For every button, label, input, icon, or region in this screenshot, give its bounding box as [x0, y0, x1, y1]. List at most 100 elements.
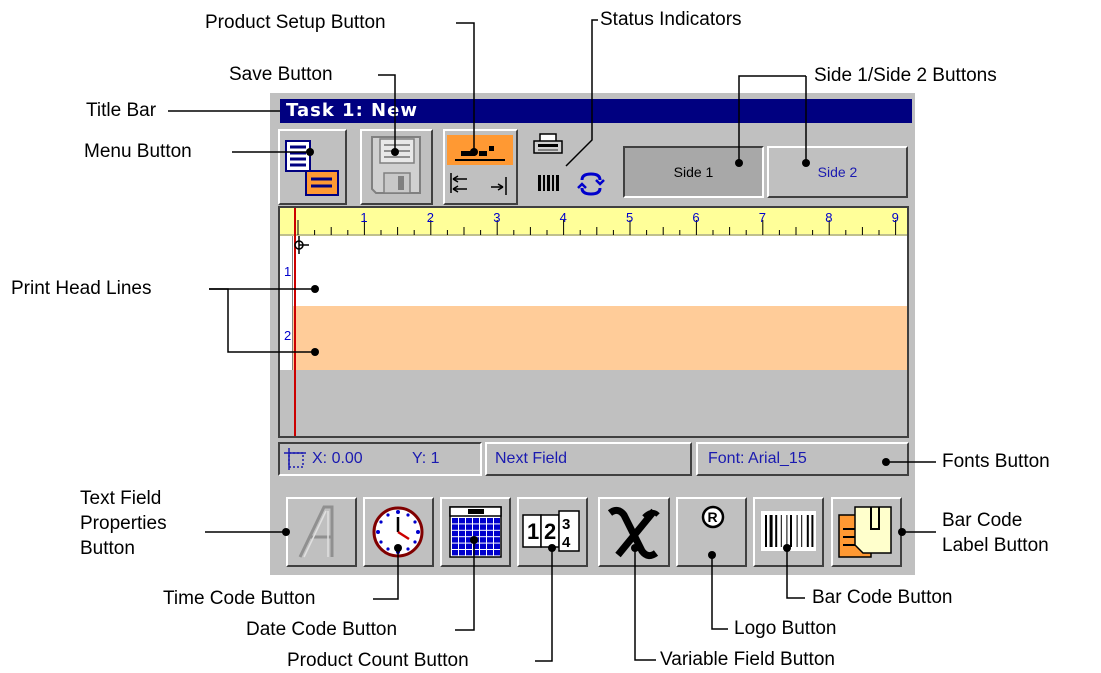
calendar-cell — [480, 524, 486, 530]
ruler-label: 8 — [825, 210, 832, 225]
logo-button[interactable]: R — [676, 497, 747, 567]
annotated-diagram: Task 1: New Side 1 Side 2 1 2 3 4 5 6 7 … — [0, 0, 1101, 673]
line-number-1: 1 — [284, 264, 292, 279]
calendar-cell — [494, 524, 500, 530]
callout-save: Save Button — [229, 64, 333, 85]
calendar-cell — [480, 518, 486, 524]
product-count-button[interactable]: 1 2 3 4 — [517, 497, 588, 567]
barcode-bar — [786, 515, 788, 547]
calendar-cell — [459, 530, 465, 537]
ruler-ticks: 1 2 3 4 5 6 7 8 9 — [280, 210, 907, 236]
calendar-cell — [452, 530, 458, 537]
cursor-crosshair-icon — [294, 236, 309, 254]
calendar-cell — [473, 518, 479, 524]
calendar-cell — [480, 537, 486, 543]
calendar-cell — [487, 543, 493, 549]
title-bar: Task 1: New — [280, 99, 912, 123]
calendar-cell — [466, 537, 472, 543]
product-setup-icon — [447, 135, 513, 195]
ruler-label: 3 — [493, 210, 500, 225]
calendar-cell — [480, 530, 486, 537]
menu-icon — [285, 140, 339, 196]
calendar-cell — [466, 524, 472, 530]
calendar-cell — [473, 543, 479, 549]
calendar-cell — [452, 537, 458, 543]
side-2-button[interactable]: Side 2 — [767, 146, 908, 198]
outlined-letter-a-icon — [298, 505, 334, 558]
calendar-cell — [487, 518, 493, 524]
barcode-icon — [761, 511, 816, 551]
line-number-2: 2 — [284, 328, 292, 343]
barcode-bar — [769, 515, 773, 547]
calendar-cell — [494, 518, 500, 524]
calendar-cell — [494, 530, 500, 537]
callout-bar-code-label: Bar Code Label Button — [942, 510, 1049, 556]
callout-text-field-properties: Text Field Properties Button — [80, 488, 167, 559]
bar-code-label-button[interactable] — [831, 497, 902, 567]
time-code-button[interactable] — [363, 497, 434, 567]
calendar-cell — [452, 524, 458, 530]
left-margin — [280, 236, 293, 370]
callout-product-count: Product Count Button — [287, 650, 469, 671]
print-line-2 — [280, 306, 907, 370]
callout-print-head-lines: Print Head Lines — [11, 278, 152, 299]
callout-logo: Logo Button — [734, 618, 837, 639]
barcode-status-icon — [538, 175, 559, 191]
calendar-cell — [473, 537, 479, 543]
calendar-cell — [487, 537, 493, 543]
calendar-cell — [487, 550, 493, 556]
next-field-label: Next Field — [495, 450, 568, 467]
variable-x-icon — [607, 506, 660, 560]
print-line-1 — [280, 236, 907, 306]
calendar-cell — [473, 524, 479, 530]
calendar-cell — [487, 530, 493, 537]
callout-side-buttons: Side 1/Side 2 Buttons — [814, 65, 997, 86]
fonts-button[interactable]: Font: Arial_15 — [696, 442, 909, 476]
variable-field-button[interactable] — [598, 497, 670, 567]
barcode-bar — [765, 515, 767, 547]
calendar-cell — [459, 518, 465, 524]
callout-variable-field: Variable Field Button — [660, 649, 835, 670]
side-1-button[interactable]: Side 1 — [623, 146, 764, 198]
save-button[interactable] — [360, 129, 433, 205]
side-2-label: Side 2 — [817, 164, 858, 180]
text-field-properties-button[interactable] — [286, 497, 357, 567]
calendar-cell — [459, 543, 465, 549]
floppy-disk-icon — [371, 136, 421, 194]
callout-status-indicators: Status Indicators — [600, 9, 742, 30]
calendar-cell — [480, 543, 486, 549]
next-field-button[interactable]: Next Field — [485, 442, 692, 476]
barcode-bar — [811, 515, 814, 547]
callout-bar-code: Bar Code Button — [812, 587, 953, 608]
callout-fonts: Fonts Button — [942, 451, 1050, 472]
calendar-cell — [466, 550, 472, 556]
print-editor-area[interactable]: 1 2 3 4 5 6 7 8 9 1 2 — [278, 206, 909, 438]
calendar-cell — [466, 543, 472, 549]
x-coordinate: X: 0.00 — [312, 450, 363, 467]
label-icon — [838, 506, 892, 558]
coordinate-readout: X: 0.00 Y: 1 — [278, 442, 482, 476]
callout-date-code: Date Code Button — [246, 619, 398, 640]
calendar-cell — [459, 537, 465, 543]
callout-time-code: Time Code Button — [163, 588, 316, 609]
barcode-bar — [790, 515, 792, 547]
calendar-cell — [494, 550, 500, 556]
svg-text:R: R — [708, 509, 718, 525]
calendar-cell — [452, 550, 458, 556]
calendar-cell — [466, 530, 472, 537]
svg-text:2: 2 — [544, 519, 556, 544]
ruler-label: 4 — [560, 210, 567, 225]
printer-icon — [533, 133, 563, 154]
date-code-button[interactable] — [440, 497, 511, 567]
ruler-label: 9 — [892, 210, 899, 225]
barcode-bar — [780, 515, 782, 547]
product-setup-button[interactable] — [443, 129, 518, 205]
calendar-cell — [459, 550, 465, 556]
calendar-cell — [459, 524, 465, 530]
bar-code-button[interactable] — [753, 497, 824, 567]
barcode-bar — [796, 515, 798, 547]
svg-text:4: 4 — [562, 534, 571, 551]
barcode-bar — [801, 515, 803, 547]
calendar-cell — [494, 537, 500, 543]
menu-button[interactable] — [278, 129, 347, 205]
